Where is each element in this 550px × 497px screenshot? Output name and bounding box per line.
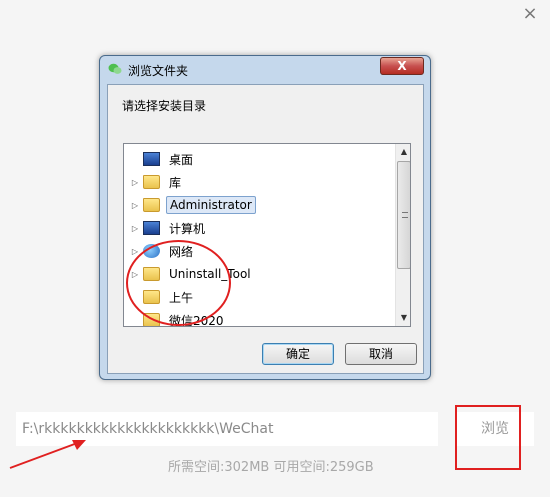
annotation-arrow-icon bbox=[9, 440, 86, 469]
